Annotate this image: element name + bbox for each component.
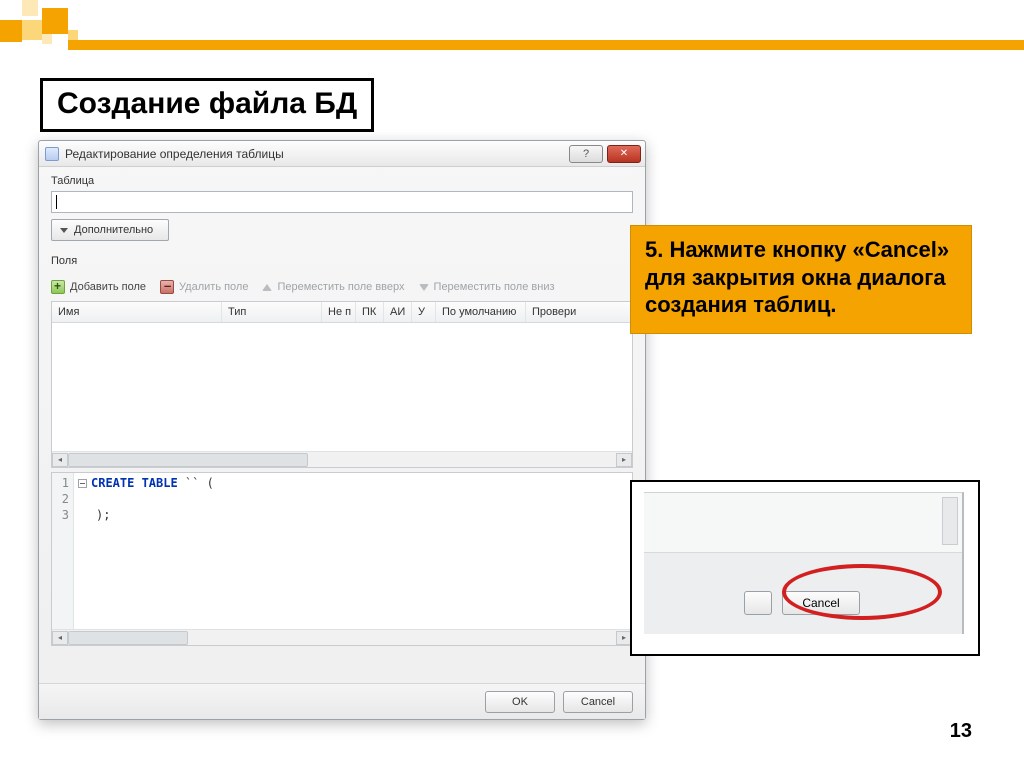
col-ai[interactable]: АИ bbox=[384, 302, 412, 322]
table-name-input[interactable] bbox=[51, 191, 633, 213]
arrow-down-icon bbox=[419, 284, 429, 291]
slide-title: Создание файла БД bbox=[57, 87, 357, 121]
scroll-thumb[interactable] bbox=[68, 631, 188, 645]
col-check[interactable]: Провери bbox=[526, 302, 632, 322]
delete-icon bbox=[160, 280, 174, 294]
col-name[interactable]: Имя bbox=[52, 302, 222, 322]
dialog-title: Редактирование определения таблицы bbox=[65, 147, 565, 161]
section-label-table: Таблица bbox=[39, 167, 645, 191]
col-u[interactable]: У bbox=[412, 302, 436, 322]
scroll-right-icon[interactable]: ▸ bbox=[616, 453, 632, 467]
move-down-label: Переместить поле вниз bbox=[434, 281, 555, 293]
fold-icon[interactable] bbox=[78, 479, 87, 488]
scroll-thumb[interactable] bbox=[68, 453, 308, 467]
grid-header: Имя Тип Не п ПК АИ У По умолчанию Провер… bbox=[52, 302, 632, 323]
arrow-up-icon bbox=[262, 284, 272, 291]
dialog-titlebar: Редактирование определения таблицы bbox=[39, 141, 645, 167]
text-caret bbox=[56, 195, 57, 209]
cancel-button-label: Cancel bbox=[581, 696, 615, 708]
slide-decoration bbox=[0, 0, 1024, 50]
inset-vscrollbar[interactable] bbox=[942, 497, 958, 545]
move-up-label: Переместить поле вверх bbox=[277, 281, 404, 293]
advanced-button-label: Дополнительно bbox=[74, 224, 153, 236]
grid-hscrollbar[interactable]: ◂ ▸ bbox=[52, 451, 632, 467]
dialog-footer: OK Cancel bbox=[39, 683, 645, 719]
ok-button[interactable]: OK bbox=[485, 691, 555, 713]
slide-title-box: Создание файла БД bbox=[40, 78, 374, 132]
close-button[interactable] bbox=[607, 145, 641, 163]
add-icon bbox=[51, 280, 65, 294]
move-up-button[interactable]: Переместить поле вверх bbox=[262, 281, 404, 293]
zoom-inset: Cancel bbox=[630, 480, 980, 656]
section-label-fields: Поля bbox=[39, 247, 645, 271]
advanced-button[interactable]: Дополнительно bbox=[51, 219, 169, 241]
inset-panel-top bbox=[644, 493, 962, 553]
grid-body[interactable] bbox=[52, 323, 632, 451]
sql-text-3: ); bbox=[96, 508, 110, 522]
col-type[interactable]: Тип bbox=[222, 302, 322, 322]
fields-toolbar: Добавить поле Удалить поле Переместить п… bbox=[51, 275, 633, 299]
col-default[interactable]: По умолчанию bbox=[436, 302, 526, 322]
inset-cancel-label: Cancel bbox=[802, 596, 839, 610]
inset-ok-button-fragment[interactable] bbox=[744, 591, 772, 615]
cancel-button[interactable]: Cancel bbox=[563, 691, 633, 713]
add-field-button[interactable]: Добавить поле bbox=[51, 280, 146, 294]
sql-code[interactable]: CREATE TABLE `` ( ); bbox=[74, 473, 218, 629]
sql-text-1b: `` ( bbox=[178, 476, 214, 490]
chevron-down-icon bbox=[60, 228, 68, 233]
callout-text: 5. Нажмите кнопку «Cancel» для закрытия … bbox=[645, 237, 949, 317]
delete-field-button[interactable]: Удалить поле bbox=[160, 280, 248, 294]
move-down-button[interactable]: Переместить поле вниз bbox=[419, 281, 555, 293]
scroll-left-icon[interactable]: ◂ bbox=[52, 631, 68, 645]
col-pk[interactable]: ПК bbox=[356, 302, 384, 322]
inset-cancel-button[interactable]: Cancel bbox=[782, 591, 860, 615]
sql-keyword: CREATE TABLE bbox=[91, 476, 178, 490]
instruction-callout: 5. Нажмите кнопку «Cancel» для закрытия … bbox=[630, 225, 972, 334]
col-notnull[interactable]: Не п bbox=[322, 302, 356, 322]
ok-button-label: OK bbox=[512, 696, 528, 708]
app-icon bbox=[45, 147, 59, 161]
scroll-left-icon[interactable]: ◂ bbox=[52, 453, 68, 467]
sql-hscrollbar[interactable]: ◂ ▸ bbox=[52, 629, 632, 645]
page-number: 13 bbox=[950, 720, 972, 743]
inset-panel: Cancel bbox=[644, 492, 964, 634]
help-button[interactable] bbox=[569, 145, 603, 163]
delete-field-label: Удалить поле bbox=[179, 281, 248, 293]
sql-gutter: 123 bbox=[52, 473, 74, 629]
sql-preview: 123 CREATE TABLE `` ( ); ◂ ▸ bbox=[51, 472, 633, 646]
table-definition-dialog: Редактирование определения таблицы Табли… bbox=[38, 140, 646, 720]
fields-grid: Имя Тип Не п ПК АИ У По умолчанию Провер… bbox=[51, 301, 633, 468]
add-field-label: Добавить поле bbox=[70, 281, 146, 293]
